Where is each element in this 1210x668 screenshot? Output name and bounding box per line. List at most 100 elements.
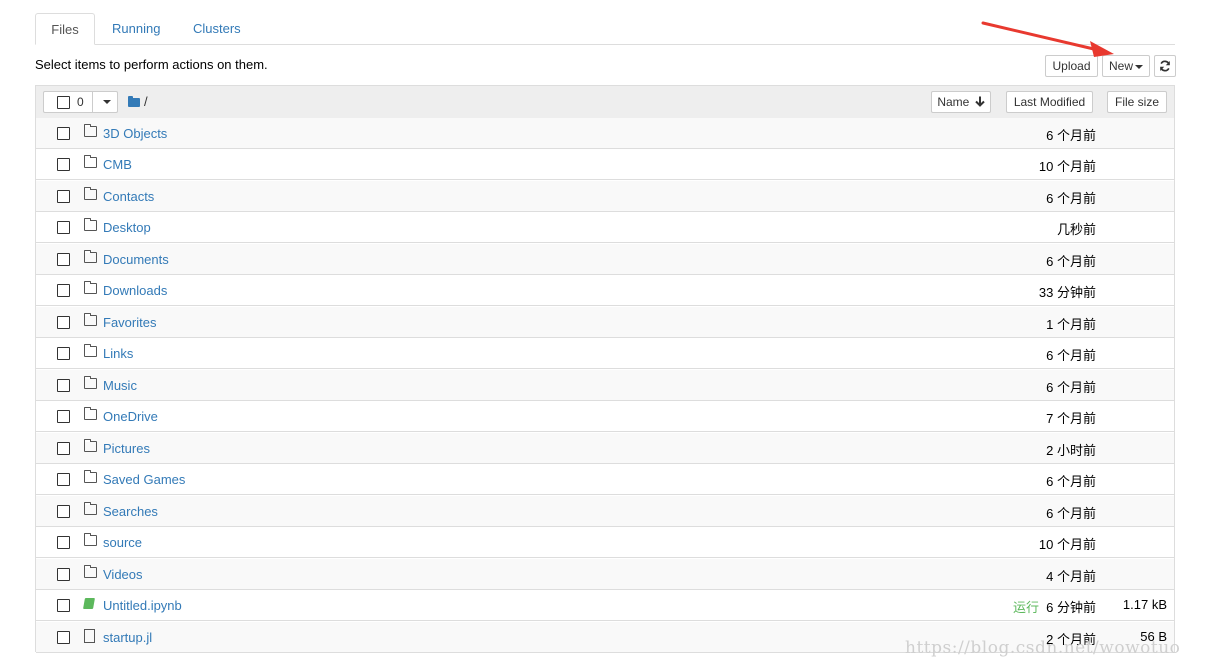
row-checkbox[interactable]: [57, 127, 70, 140]
list-item[interactable]: Favorites 1 个月前: [36, 307, 1174, 338]
row-checkbox[interactable]: [57, 284, 70, 297]
item-name-link[interactable]: Links: [103, 346, 133, 361]
row-checkbox[interactable]: [57, 158, 70, 171]
refresh-button[interactable]: [1154, 55, 1176, 77]
row-checkbox[interactable]: [57, 410, 70, 423]
file-list-header: 0 / Name Last Modified File size: [36, 86, 1174, 119]
icon-shape: [84, 629, 95, 643]
item-last-modified: 2 小时前: [1046, 443, 1096, 458]
item-file-size: 1.17 kB: [1122, 597, 1167, 612]
list-item[interactable]: Documents 6 个月前: [36, 244, 1174, 275]
sort-by-modified-button[interactable]: Last Modified: [1006, 91, 1093, 113]
select-all-checkbox[interactable]: [57, 96, 70, 109]
new-button-label: New: [1108, 59, 1133, 73]
sort-by-size-button[interactable]: File size: [1107, 91, 1167, 113]
list-item[interactable]: Downloads 33 分钟前: [36, 275, 1174, 306]
row-checkbox[interactable]: [57, 190, 70, 203]
row-checkbox[interactable]: [57, 536, 70, 549]
item-name-link[interactable]: Favorites: [103, 315, 156, 330]
icon-shape: [84, 155, 97, 168]
divider: [92, 92, 93, 112]
row-checkbox[interactable]: [57, 568, 70, 581]
icon-shape: [84, 439, 97, 452]
item-last-modified: 7 个月前: [1046, 411, 1096, 426]
row-checkbox[interactable]: [57, 473, 70, 486]
list-item[interactable]: Contacts 6 个月前: [36, 181, 1174, 212]
item-last-modified: 6 个月前: [1046, 380, 1096, 395]
selected-count: 0: [77, 95, 84, 109]
row-checkbox[interactable]: [57, 505, 70, 518]
select-menu-caret-icon[interactable]: [103, 100, 111, 104]
sort-name-label: Name: [937, 95, 970, 109]
tab-clusters[interactable]: Clusters: [193, 13, 241, 43]
item-last-modified: 33 分钟前: [1038, 285, 1096, 300]
item-name-link[interactable]: Desktop: [103, 220, 151, 235]
icon-shape: [84, 187, 97, 200]
list-item[interactable]: Videos 4 个月前: [36, 559, 1174, 590]
list-item[interactable]: Desktop 几秒前: [36, 212, 1174, 243]
item-name-link[interactable]: OneDrive: [103, 409, 158, 424]
item-name-link[interactable]: Downloads: [103, 283, 167, 298]
icon-shape: [84, 502, 97, 515]
item-name-link[interactable]: source: [103, 535, 142, 550]
list-item[interactable]: Saved Games 6 个月前: [36, 464, 1174, 495]
list-item[interactable]: source 10 个月前: [36, 527, 1174, 558]
arrow-down-icon: [974, 96, 985, 107]
sort-by-name-button[interactable]: Name: [931, 91, 991, 113]
row-checkbox[interactable]: [57, 316, 70, 329]
icon-shape: [84, 376, 97, 389]
item-name-link[interactable]: 3D Objects: [103, 126, 167, 141]
selection-hint: Select items to perform actions on them.: [35, 57, 268, 72]
row-checkbox[interactable]: [57, 599, 70, 612]
running-status: 运行: [1012, 600, 1039, 615]
item-name-link[interactable]: CMB: [103, 157, 132, 172]
list-item[interactable]: Untitled.ipynb 运行 6 分钟前 1.17 kB: [36, 590, 1174, 621]
item-last-modified: 6 个月前: [1046, 254, 1096, 269]
tab-running[interactable]: Running: [112, 13, 160, 43]
icon-shape: [84, 470, 97, 483]
item-name-link[interactable]: Videos: [103, 567, 143, 582]
row-checkbox[interactable]: [57, 347, 70, 360]
icon-shape: [84, 313, 97, 326]
row-checkbox[interactable]: [57, 221, 70, 234]
list-item[interactable]: Pictures 2 小时前: [36, 433, 1174, 464]
icon-shape: [84, 344, 97, 357]
breadcrumb[interactable]: /: [128, 94, 148, 109]
item-name-link[interactable]: Pictures: [103, 441, 150, 456]
item-name-link[interactable]: startup.jl: [103, 630, 152, 645]
refresh-icon: [1160, 60, 1170, 72]
icon-shape: [84, 565, 97, 578]
item-last-modified: 1 个月前: [1046, 317, 1096, 332]
item-name-link[interactable]: Contacts: [103, 189, 154, 204]
icon-shape: [84, 250, 97, 263]
item-last-modified: 6 个月前: [1046, 506, 1096, 521]
item-last-modified: 6 个月前: [1046, 128, 1096, 143]
item-last-modified: 6 个月前: [1046, 348, 1096, 363]
tab-files[interactable]: Files: [35, 13, 95, 45]
select-all-group[interactable]: 0: [43, 91, 118, 113]
item-name-link[interactable]: Saved Games: [103, 472, 185, 487]
icon-shape: [84, 218, 97, 231]
caret-down-icon: [1135, 64, 1143, 69]
item-name-link[interactable]: Documents: [103, 252, 169, 267]
row-checkbox[interactable]: [57, 253, 70, 266]
breadcrumb-root[interactable]: /: [144, 94, 148, 109]
item-name-link[interactable]: Searches: [103, 504, 158, 519]
row-checkbox[interactable]: [57, 379, 70, 392]
row-checkbox[interactable]: [57, 442, 70, 455]
item-name-link[interactable]: Untitled.ipynb: [103, 598, 182, 613]
icon-shape: [84, 407, 97, 420]
icon-shape: [84, 124, 97, 137]
item-last-modified: 6 分钟前: [1046, 600, 1096, 615]
list-item[interactable]: Links 6 个月前: [36, 338, 1174, 369]
item-last-modified: 4 个月前: [1046, 569, 1096, 584]
list-item[interactable]: Music 6 个月前: [36, 370, 1174, 401]
list-item[interactable]: Searches 6 个月前: [36, 496, 1174, 527]
folder-icon: [128, 96, 140, 107]
list-item[interactable]: 3D Objects 6 个月前: [36, 118, 1174, 149]
row-checkbox[interactable]: [57, 631, 70, 644]
list-item[interactable]: CMB 10 个月前: [36, 149, 1174, 180]
item-name-link[interactable]: Music: [103, 378, 137, 393]
annotation-arrow-icon: [981, 21, 1114, 57]
list-item[interactable]: OneDrive 7 个月前: [36, 401, 1174, 432]
